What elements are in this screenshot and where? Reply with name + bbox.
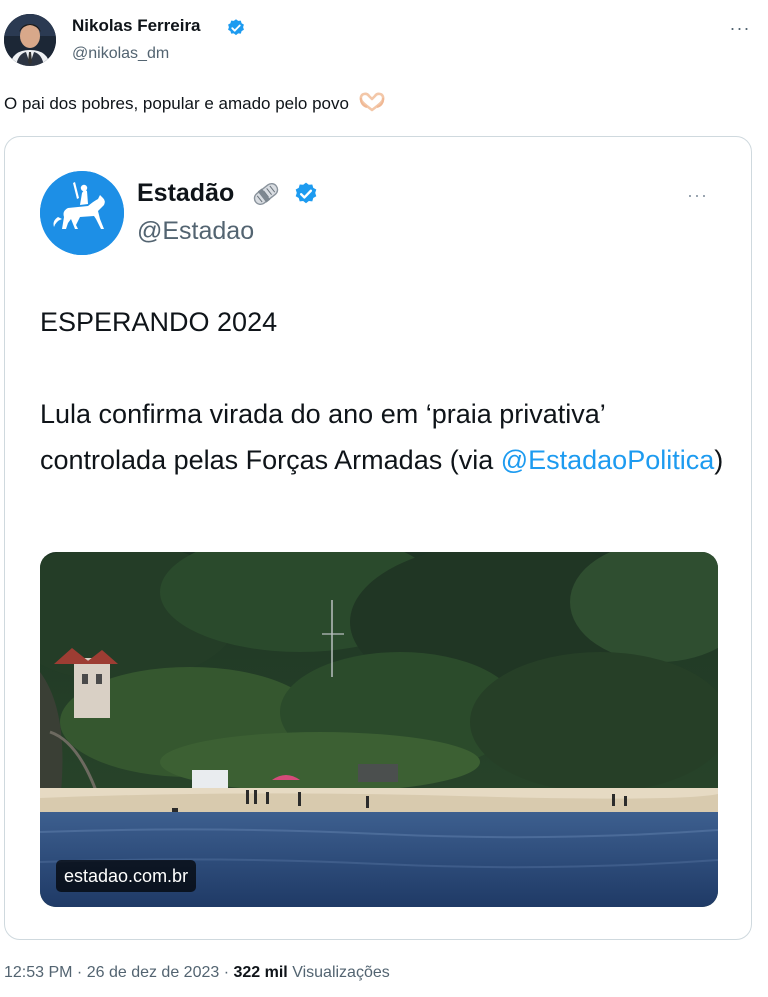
- tweet-text: O pai dos pobres, popular e amado pelo p…: [4, 92, 386, 117]
- verified-badge-icon: [226, 18, 246, 38]
- media-source-badge: estadao.com.br: [56, 860, 197, 892]
- quoted-more-options-icon[interactable]: ···: [687, 185, 708, 206]
- tweet-header: Nikolas Ferreira @nikolas_dm ···: [0, 0, 768, 80]
- estadao-avatar[interactable]: [40, 171, 124, 255]
- quoted-body: Lula confirma virada do ano em ‘praia pr…: [40, 391, 730, 483]
- more-options-icon[interactable]: ···: [728, 18, 752, 38]
- tweet-time[interactable]: 12:53 PM: [4, 964, 72, 981]
- quoted-tweet-card[interactable]: Estadão @Estadao ··· ESPERANDO 2024 Lula…: [4, 136, 752, 940]
- views-label: Visualizações: [292, 964, 390, 981]
- tweet-date[interactable]: 26 de dez de 2023: [87, 964, 220, 981]
- quoted-author-handle[interactable]: @Estadao: [137, 217, 254, 246]
- quoted-body-closing: ): [714, 445, 724, 475]
- tweet-text-content: O pai dos pobres, popular e amado pelo p…: [4, 93, 349, 113]
- heart-hands-icon: [358, 92, 386, 117]
- views-count: 322 mil: [233, 964, 288, 981]
- author-avatar[interactable]: [4, 14, 56, 66]
- author-name[interactable]: Nikolas Ferreira: [72, 16, 201, 36]
- mention-link[interactable]: @EstadaoPolitica: [501, 445, 715, 475]
- quoted-verified-badge-icon: [293, 181, 319, 207]
- rolled-newspaper-icon: [249, 177, 283, 211]
- meta-separator-2: ·: [219, 964, 234, 981]
- meta-separator: ·: [72, 964, 87, 981]
- quoted-media-image[interactable]: estadao.com.br: [40, 552, 718, 907]
- quoted-author-name[interactable]: Estadão: [137, 179, 234, 208]
- author-handle[interactable]: @nikolas_dm: [72, 45, 169, 63]
- quoted-headline: ESPERANDO 2024: [40, 307, 278, 337]
- tweet-meta: 12:53 PM · 26 de dez de 2023 · 322 mil V…: [4, 964, 390, 982]
